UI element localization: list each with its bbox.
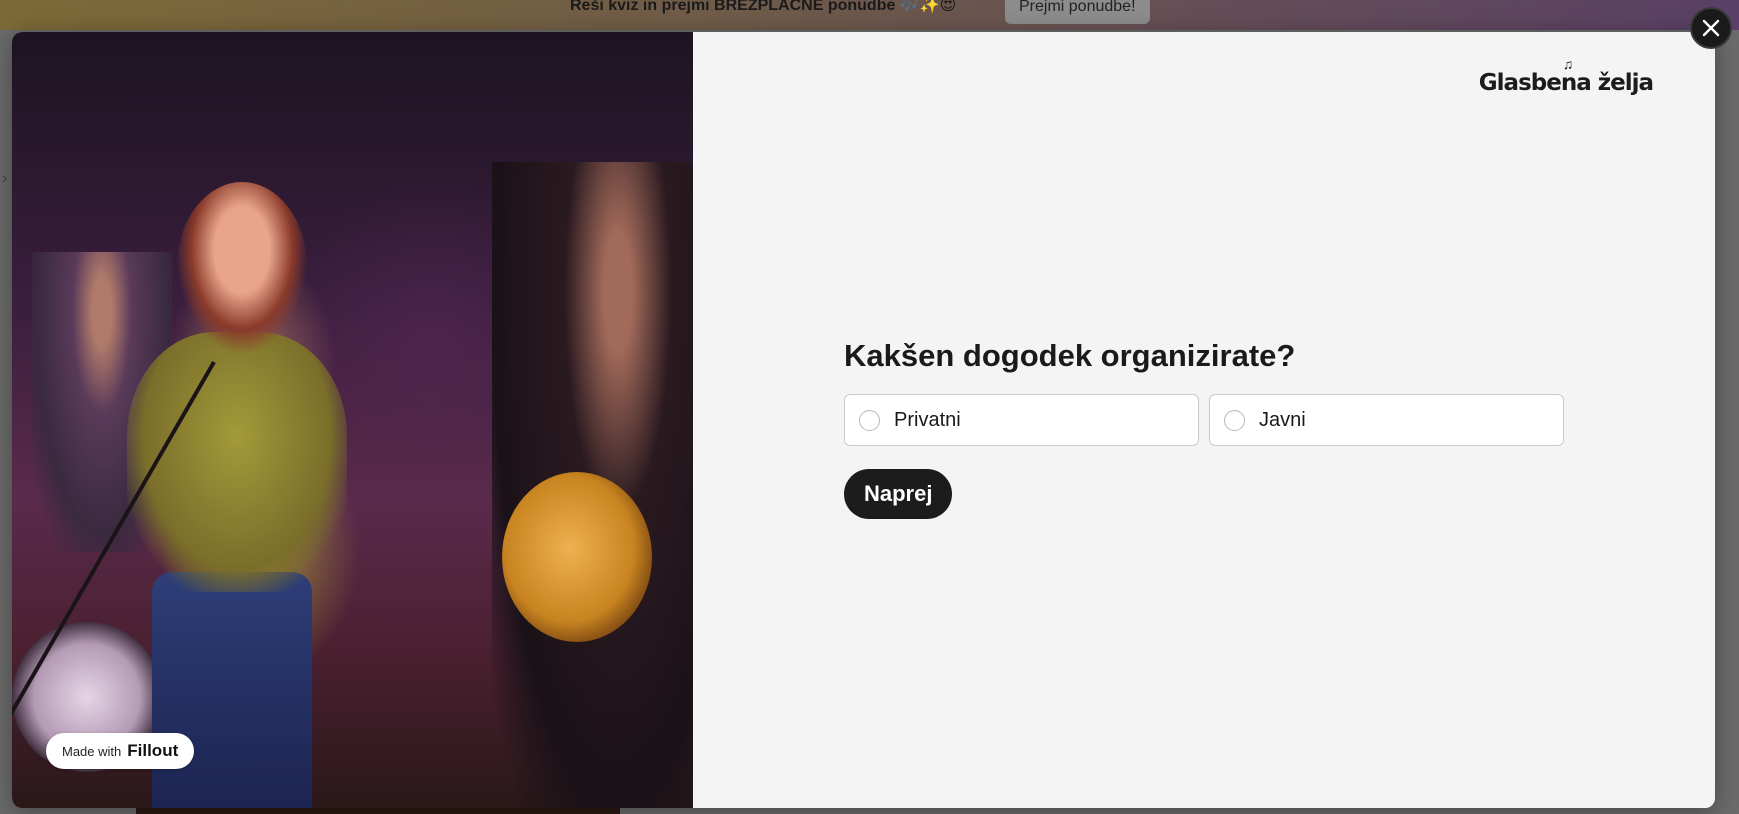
radio-icon[interactable]	[859, 409, 880, 431]
question-title: Kakšen dogodek organizirate?	[844, 338, 1296, 373]
promo-banner-button[interactable]: Prejmi ponudbe!	[1005, 0, 1150, 24]
band-photo: Made with Fillout	[12, 32, 693, 808]
badge-prefix: Made with	[62, 743, 122, 759]
option-javni[interactable]: Javni	[1209, 394, 1564, 446]
promo-banner: Reši kviz in prejmi BREZPLAČNE ponudbe 🎶…	[0, 0, 1739, 30]
close-icon	[1702, 19, 1720, 37]
option-label: Privatni	[894, 408, 961, 431]
glasbena-zelja-logo: ♫ Glasbena želja	[1478, 56, 1654, 96]
photo-singer-head	[177, 182, 307, 352]
badge-brand: Fillout	[127, 741, 179, 760]
form-panel: ♫ Glasbena želja Kakšen dogodek organizi…	[693, 32, 1715, 808]
quiz-modal: Made with Fillout ♫ Glasbena želja Kakše…	[12, 32, 1715, 808]
promo-banner-text: Reši kviz in prejmi BREZPLAČNE ponudbe 🎶…	[570, 0, 957, 14]
made-with-fillout-badge[interactable]: Made with Fillout	[46, 733, 195, 769]
chevron-right-icon: ›	[2, 170, 8, 187]
music-notes-icon: ♫	[1562, 56, 1574, 72]
photo-singer-legs	[152, 572, 312, 808]
logo-text: Glasbena želja	[1478, 70, 1654, 96]
photo-singer-body	[127, 332, 347, 592]
option-privatni[interactable]: Privatni	[844, 394, 1199, 446]
radio-icon[interactable]	[1224, 409, 1245, 431]
option-label: Javni	[1259, 408, 1306, 431]
close-modal-button[interactable]	[1690, 7, 1732, 49]
next-button[interactable]: Naprej	[844, 469, 953, 519]
photo-guitar	[502, 472, 652, 642]
options-group: Privatni Javni	[844, 394, 1564, 446]
